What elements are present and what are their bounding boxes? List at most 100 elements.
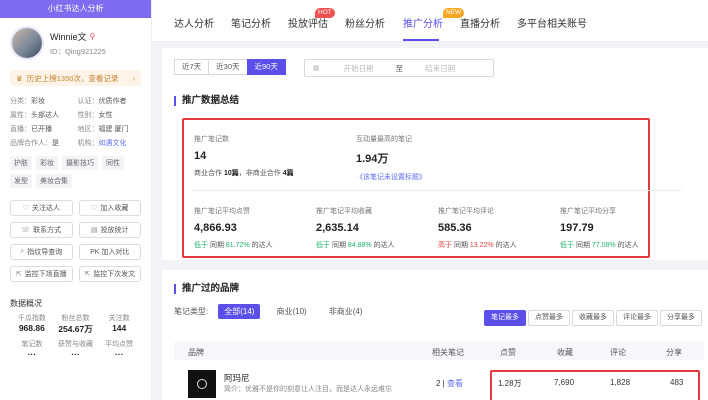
tab-live-analysis[interactable]: 直播分析 (460, 15, 500, 30)
metric-card-shares: 推广笔记平均分享 197.79 低于 同期 77.08% 的达人 (560, 208, 639, 249)
history-link[interactable]: ♛ 历史上榜1350次，查看记录 › (10, 70, 141, 86)
start-date-input[interactable]: 开始日期 (344, 63, 374, 74)
view-link[interactable]: 查看 (447, 379, 463, 388)
overview-value: ··· (114, 349, 124, 359)
attr-key: 地区： (77, 126, 99, 133)
date-range-picker[interactable]: ▦ 开始日期 至 结束日期 (304, 59, 494, 77)
top-tabs: 达人分析 笔记分析 投放评估 HOT 粉丝分析 推广分析 直播分析 NEW 多平… (152, 0, 708, 42)
range-7-days[interactable]: 近7天 (174, 59, 210, 75)
hot-badge: HOT (315, 8, 335, 18)
note-type-filter: 笔记类型: 全部(14) 商业(10) 非商业(4) (174, 304, 368, 319)
overview-title: 数据概况 (10, 299, 42, 308)
profile-id: ID：Qing921225 (50, 46, 106, 56)
filter-non-commercial[interactable]: 非商业(4) (323, 304, 369, 319)
tab-fan-analysis[interactable]: 粉丝分析 (345, 15, 385, 30)
overview-label: 获赞与收藏 (57, 341, 93, 348)
search-icon: ⌕ (20, 248, 25, 255)
col-shares: 分享 (666, 348, 682, 357)
phone-icon: ☏ (21, 227, 31, 234)
agency-link[interactable]: 如遇文化 (99, 140, 127, 147)
monitor-live-button[interactable]: ⇱ 监控下场直播 (10, 266, 73, 282)
attr-value: 是 (52, 140, 59, 147)
overview-label: 笔记数 (21, 341, 43, 348)
overview-value: ··· (27, 349, 37, 359)
attr-value: 优质作者 (98, 98, 127, 105)
overview-label: 千瓜指数 (17, 315, 46, 322)
stats-button[interactable]: ▤ 投放统计 (78, 222, 141, 238)
brand-desc: 简介：优雅不是你的刻意让人注目，而是达人永远难忘 (224, 386, 392, 393)
overview-label: 粉丝总数 (61, 315, 90, 322)
main-content: 近7天 近30天 近90天 ▦ 开始日期 至 结束日期 推广数据总结 推广笔记数… (162, 48, 708, 400)
overview-label: 平均点赞 (105, 341, 134, 348)
fingerprint-query-button[interactable]: ⌕ 指纹导查询 (10, 244, 73, 260)
sort-most-likes[interactable]: 点赞最多 (528, 310, 570, 326)
tag-list: 护肤 彩妆 摄影技巧 同性 发型 美妆合集 (0, 148, 151, 188)
new-badge: NEW (443, 8, 465, 18)
attr-value: 已开播 (31, 126, 52, 133)
overview-value: ··· (71, 349, 80, 359)
filter-commercial[interactable]: 商业(10) (270, 304, 312, 319)
export-icon: ⇱ (15, 271, 22, 278)
metric-card-collects: 推广笔记平均收藏 2,635.14 低于 同期 84.88% 的达人 (316, 208, 395, 249)
top-interaction-note-card: 互动量最高的笔记 1.94万 《该笔记未设置标题》 (356, 136, 426, 181)
contact-button[interactable]: ☏ 联系方式 (10, 222, 73, 238)
sort-most-notes[interactable]: 笔记最多 (484, 310, 526, 326)
promo-note-count: 14 (194, 150, 207, 162)
promotion-summary-panel: 近7天 近30天 近90天 ▦ 开始日期 至 结束日期 推广数据总结 推广笔记数… (162, 48, 708, 260)
calendar-icon: ▦ (313, 65, 320, 72)
col-notes: 相关笔记 (432, 348, 464, 357)
top-interaction-value: 1.94万 (356, 153, 389, 165)
action-buttons: ♡ 关注达人 ♡ 加入收藏 ☏ 联系方式 ▤ 投放统计 ⌕ 指纹导查询 PK 加入对比 ⇱… (0, 188, 151, 282)
brands-panel: 推广过的品牌 笔记类型: 全部(14) 商业(10) 非商业(4) 笔记最多 点… (162, 270, 708, 400)
attr-key: 认证： (77, 98, 99, 105)
tag: 发型 (10, 174, 32, 188)
date-range-tabs: 近7天 近30天 近90天 (174, 59, 286, 75)
related-notes: 2 | 查看 (436, 379, 463, 388)
tab-promotion-analysis[interactable]: 推广分析 (403, 15, 443, 30)
profile: Winnie文 ⚲ ID：Qing921225 (0, 18, 151, 64)
sort-most-collects[interactable]: 收藏最多 (572, 310, 614, 326)
overview-grid: 千瓜指数 968.86 粉丝总数 254.67万 关注数 144 笔记数 ··· 获赞与… (0, 313, 151, 359)
range-90-days[interactable]: 近90天 (246, 59, 286, 75)
report-icon: ▤ (90, 227, 98, 234)
sort-buttons: 笔记最多 点赞最多 收藏最多 评论最多 分享最多 (484, 310, 702, 326)
compare-button[interactable]: PK 加入对比 (78, 244, 141, 260)
attr-key: 直播： (10, 126, 31, 133)
favorite-button[interactable]: ♡ 加入收藏 (78, 200, 141, 216)
metric-card-comments: 推广笔记平均评论 585.36 高于 同期 13.22% 的达人 (438, 208, 517, 249)
chevron-right-icon: › (132, 73, 136, 83)
overview-value: 144 (112, 323, 127, 333)
heart-icon: ♡ (22, 205, 29, 212)
heart-icon: ♡ (91, 205, 98, 212)
brand-name: 阿玛尼 (224, 373, 250, 383)
tab-note-analysis[interactable]: 笔记分析 (231, 15, 271, 30)
attr-key: 性别： (77, 112, 99, 119)
attr-key: 属性： (10, 112, 31, 119)
filter-all[interactable]: 全部(14) (218, 304, 261, 319)
attr-value: 彩妆 (31, 98, 45, 105)
tab-multi-platform[interactable]: 多平台相关账号 (517, 15, 587, 30)
metric-card-likes: 推广笔记平均点赞 4,866.93 低于 同期 81.72% 的达人 (194, 208, 273, 249)
brand-logo (188, 370, 216, 398)
monitor-post-button[interactable]: ⇱ 监控下次发文 (78, 266, 141, 282)
sort-most-shares[interactable]: 分享最多 (660, 310, 702, 326)
summary-title: 推广数据总结 (174, 96, 239, 106)
tag: 护肤 (10, 156, 32, 170)
attr-value: 头部达人 (31, 112, 59, 119)
avatar[interactable] (10, 26, 44, 60)
tag: 彩妆 (36, 156, 58, 170)
follow-button[interactable]: ♡ 关注达人 (10, 200, 73, 216)
export-icon: ⇱ (84, 271, 91, 278)
top-note-link[interactable]: 《该笔记未设置标题》 (356, 174, 426, 181)
end-date-input[interactable]: 结束日期 (425, 63, 455, 74)
profile-name: Winnie文 (50, 31, 87, 42)
profile-attributes: 分类：彩妆 认证：优质作者 属性：头部达人 性别：女性 直播：已开播 地区：福建… (0, 86, 151, 148)
tab-influencer-analysis[interactable]: 达人分析 (174, 15, 214, 30)
crown-icon: ♛ (16, 73, 23, 83)
attr-key: 品牌合作人： (10, 140, 52, 147)
sort-most-comments[interactable]: 评论最多 (616, 310, 658, 326)
range-30-days[interactable]: 近30天 (208, 59, 248, 75)
sidebar-header: 小红书达人分析 (0, 0, 151, 18)
highlight-box-row (490, 370, 700, 400)
col-comments: 评论 (610, 348, 626, 357)
